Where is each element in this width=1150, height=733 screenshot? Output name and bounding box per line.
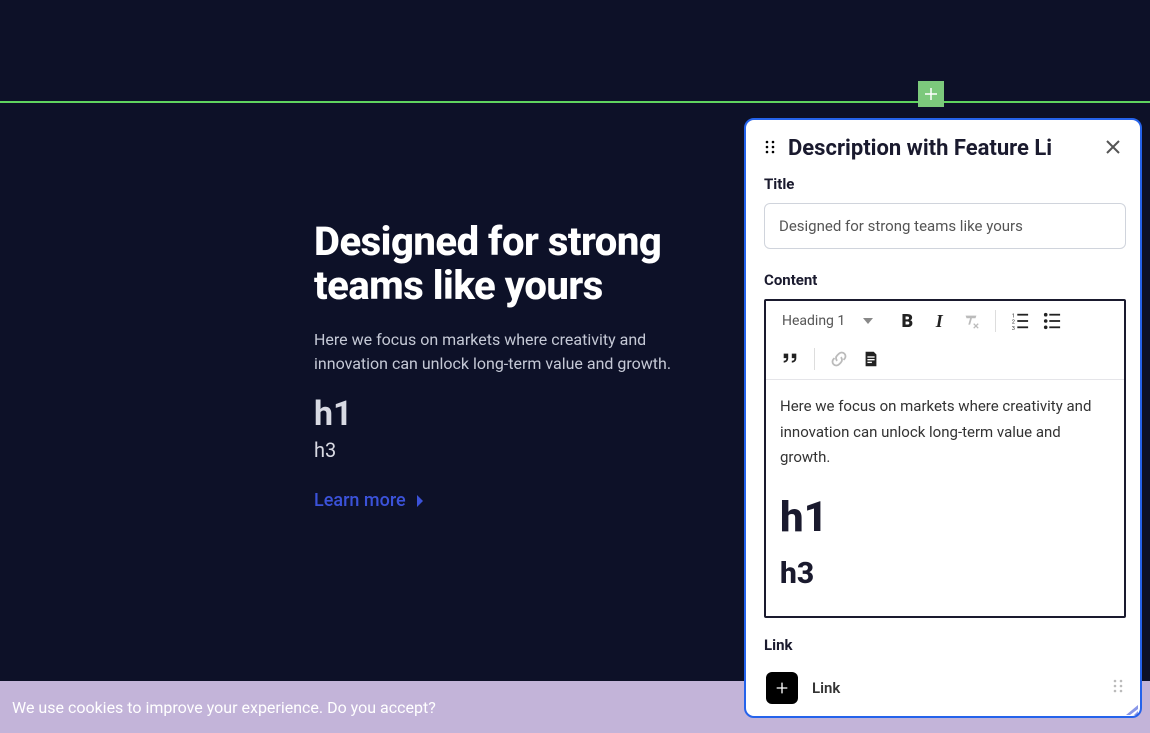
quote-icon: [781, 350, 799, 368]
link-item-label: Link: [812, 679, 1098, 697]
section-divider: [0, 101, 1150, 103]
editor-heading1: h1: [780, 493, 1110, 542]
format-selector-label: Heading 1: [782, 313, 845, 329]
clear-format-button[interactable]: [957, 307, 985, 335]
plus-icon: [774, 680, 790, 696]
rich-text-editor: Heading 1 B I 123: [764, 299, 1126, 618]
title-field-label: Title: [764, 175, 1126, 193]
panel-title: Description with Feature Li: [788, 136, 1092, 161]
link-item: Link: [764, 668, 1126, 708]
title-input[interactable]: [764, 203, 1126, 249]
editor-content-area[interactable]: Here we focus on markets where creativit…: [766, 380, 1124, 616]
ordered-list-button[interactable]: 123: [1006, 307, 1034, 335]
panel-body[interactable]: Title Content Heading 1 B I 123: [746, 171, 1140, 716]
link-drag-handle[interactable]: [1112, 678, 1124, 698]
drag-handle-icon[interactable]: [764, 139, 776, 159]
plus-icon: [922, 85, 940, 103]
drag-handle-icon: [1112, 678, 1124, 694]
preview-heading3: h3: [314, 438, 674, 462]
unordered-list-button[interactable]: [1038, 307, 1066, 335]
resize-icon: [1124, 701, 1138, 715]
close-button[interactable]: [1104, 138, 1122, 160]
bold-button[interactable]: B: [893, 307, 921, 335]
link-field-label: Link: [764, 636, 1126, 654]
chevron-down-icon: [863, 318, 873, 324]
link-section: Link Link: [764, 636, 1126, 708]
document-icon: [862, 350, 880, 368]
content-field-label: Content: [764, 271, 1126, 289]
format-selector[interactable]: Heading 1: [776, 309, 879, 333]
editor-heading3: h3: [780, 556, 1110, 591]
resize-handle[interactable]: [1124, 700, 1138, 714]
cookie-message: We use cookies to improve your experienc…: [12, 698, 436, 717]
ordered-list-icon: 123: [1011, 312, 1029, 330]
chevron-right-icon: [416, 494, 424, 508]
link-icon: [830, 350, 848, 368]
svg-text:2: 2: [1012, 320, 1015, 326]
learn-more-link[interactable]: Learn more: [314, 490, 424, 511]
close-icon: [1104, 138, 1122, 156]
blockquote-button[interactable]: [776, 345, 804, 373]
learn-more-label: Learn more: [314, 490, 406, 511]
document-button[interactable]: [857, 345, 885, 373]
clear-format-icon: [962, 312, 980, 330]
preview-title: Designed for strong teams like yours: [314, 220, 674, 308]
link-button[interactable]: [825, 345, 853, 373]
svg-text:1: 1: [1012, 313, 1015, 319]
content-preview: Designed for strong teams like yours Her…: [314, 220, 674, 511]
italic-button[interactable]: I: [925, 307, 953, 335]
toolbar-separator: [995, 310, 996, 332]
svg-text:3: 3: [1012, 326, 1015, 330]
panel-header: Description with Feature Li: [746, 120, 1140, 171]
editor-panel: Description with Feature Li Title Conten…: [744, 118, 1142, 718]
preview-heading1: h1: [314, 394, 674, 434]
editor-toolbar: Heading 1 B I 123: [766, 301, 1124, 380]
editor-paragraph: Here we focus on markets where creativit…: [780, 394, 1110, 471]
add-link-button[interactable]: [766, 672, 798, 704]
add-section-button[interactable]: [918, 81, 944, 107]
preview-body: Here we focus on markets where creativit…: [314, 328, 674, 376]
toolbar-separator: [814, 348, 815, 370]
unordered-list-icon: [1043, 312, 1061, 330]
